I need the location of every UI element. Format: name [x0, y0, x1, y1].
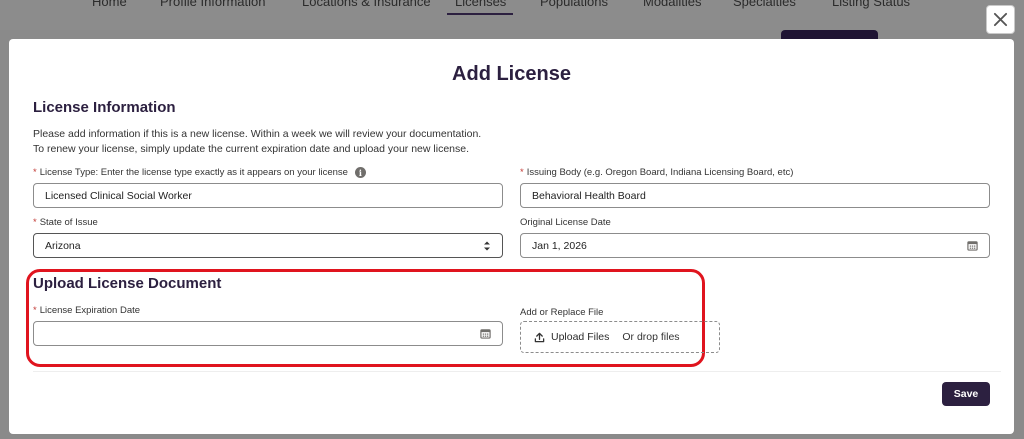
upload-files-label: Upload Files — [551, 331, 610, 343]
original-license-date-value: Jan 1, 2026 — [532, 239, 587, 252]
nav-home: Home — [92, 0, 127, 9]
license-expiration-date-label-text: License Expiration Date — [39, 305, 141, 316]
save-button[interactable]: Save — [942, 382, 990, 406]
state-of-issue-label: * State of Issue — [33, 217, 98, 228]
nav-locations-insurance: Locations & Insurance — [302, 0, 431, 9]
nav-modalities: Modalities — [643, 0, 702, 9]
footer-divider — [33, 371, 1001, 372]
required-marker: * — [33, 167, 37, 178]
section-title-license-information: License Information — [33, 99, 176, 116]
drop-files-text: Or drop files — [622, 331, 680, 343]
active-tab-underline — [447, 13, 513, 15]
file-upload-label-text: Add or Replace File — [520, 307, 604, 318]
original-license-date-label: Original License Date — [520, 217, 611, 228]
license-type-input[interactable]: Licensed Clinical Social Worker — [33, 183, 503, 208]
nav-listing-status: Listing Status — [832, 0, 911, 9]
license-type-label: * License Type: Enter the license type e… — [33, 167, 366, 178]
issuing-body-label-text: Issuing Body (e.g. Oregon Board, Indiana… — [526, 167, 794, 178]
license-type-label-text: License Type: Enter the license type exa… — [39, 167, 348, 178]
background-nav: Home Profile Information Locations & Ins… — [0, 0, 1024, 30]
required-marker: * — [33, 217, 37, 228]
info-icon[interactable]: i — [354, 167, 366, 178]
nav-licenses: Licenses — [455, 0, 507, 9]
state-of-issue-label-text: State of Issue — [39, 217, 98, 228]
required-marker: * — [33, 305, 37, 316]
upload-files-button[interactable]: Upload Files — [527, 326, 616, 348]
license-expiration-date-input[interactable] — [33, 321, 503, 346]
close-button[interactable] — [986, 5, 1015, 34]
issuing-body-value: Behavioral Health Board — [532, 189, 646, 202]
nav-profile-information: Profile Information — [160, 0, 266, 9]
nav-populations: Populations — [540, 0, 608, 9]
license-type-value: Licensed Clinical Social Worker — [45, 189, 192, 202]
nav-specialties: Specialties — [733, 0, 796, 9]
file-dropzone[interactable]: Upload Files Or drop files — [520, 321, 720, 353]
file-upload-label: Add or Replace File — [520, 307, 603, 318]
modal-title: Add License — [452, 63, 571, 85]
description-line-2: To renew your license, simply update the… — [33, 143, 470, 155]
calendar-icon[interactable] — [967, 240, 978, 251]
description-line-1: Please add information if this is a new … — [33, 128, 482, 140]
issuing-body-input[interactable]: Behavioral Health Board — [520, 183, 990, 208]
state-of-issue-select[interactable]: Arizona — [33, 233, 503, 258]
calendar-icon[interactable] — [480, 328, 491, 339]
add-license-modal: Add License License Information Please a… — [9, 39, 1014, 434]
issuing-body-label: * Issuing Body (e.g. Oregon Board, India… — [520, 167, 793, 178]
license-expiration-date-label: * License Expiration Date — [33, 305, 140, 316]
close-icon — [993, 12, 1008, 27]
original-license-date-label-text: Original License Date — [520, 217, 611, 228]
section-title-upload-license-document: Upload License Document — [33, 275, 222, 292]
state-of-issue-value: Arizona — [45, 239, 81, 252]
original-license-date-input[interactable]: Jan 1, 2026 — [520, 233, 990, 258]
select-arrows-icon — [484, 241, 490, 250]
required-marker: * — [520, 167, 524, 178]
upload-icon — [534, 332, 545, 342]
